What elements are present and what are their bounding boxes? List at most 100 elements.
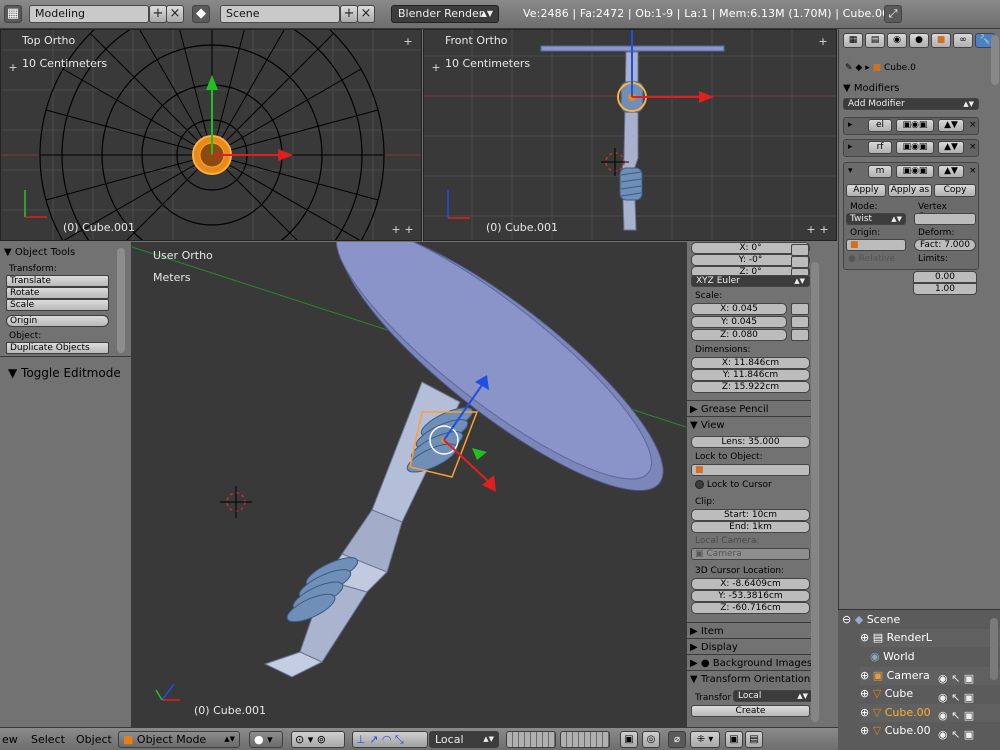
select-menu[interactable]: Select [31,732,65,748]
visibility-eye-icon[interactable]: ◉ ↖ ▣ [938,689,974,708]
corner-plus-icon[interactable]: + [391,224,401,235]
close-icon[interactable]: × [969,120,977,130]
expand-arrow-icon[interactable]: ▸ [848,142,853,152]
corner-plus-icon[interactable]: + [818,36,828,47]
limit-max-field[interactable]: 1.00 [913,283,977,295]
display-header[interactable]: ▶ Display [690,642,816,653]
lock-icon[interactable] [791,256,809,268]
constraints-tab-icon[interactable]: ∞ [953,33,973,48]
corner-plus-icon[interactable]: + [806,224,816,235]
modifier-name-field[interactable]: m [868,165,892,178]
move-modifier-icons[interactable]: ▲▼ [938,119,964,132]
translate-button[interactable]: Translate [6,275,109,287]
outliner-scrollbar[interactable] [990,618,998,680]
lock-icon[interactable] [791,329,809,341]
move-modifier-icons[interactable]: ▲▼ [938,141,964,154]
modifier-panel[interactable]: ▸ el ▣◉▣ ▲▼ × [843,117,979,135]
dimension-y-field[interactable]: Y: 11.846cm [691,369,810,381]
clip-end-field[interactable]: End: 1km [691,521,810,533]
apply-as-button[interactable]: Apply as [888,184,932,197]
object-tools-header[interactable]: ▼ Object Tools [4,247,75,258]
render-layers-tab-icon[interactable]: ▤ [865,33,885,48]
viewport-shading-select[interactable]: ● ▾ [249,731,283,748]
visibility-toggle-icons[interactable]: ▣◉▣ [896,119,934,132]
add-layout-button[interactable]: + [149,5,167,23]
expand-arrow-icon[interactable]: ▸ [848,120,853,130]
lock-layers-icon[interactable]: ▣ [620,731,638,748]
item-header[interactable]: ▶ Item [690,626,816,637]
rotation-mode-select[interactable]: XYZ Euler ▲▼ [691,275,810,287]
scene-icon[interactable]: ◆ [192,5,210,23]
npanel-scrollbar[interactable] [811,262,819,722]
origin-button[interactable]: Origin [6,315,109,327]
transform-orientation-select[interactable]: Local ▲▼ [429,731,499,748]
screen-layout-field[interactable]: Modeling [29,5,149,23]
close-icon[interactable]: × [969,166,977,176]
object-menu[interactable]: Object [76,732,112,748]
snap-element-select[interactable]: ⁜ ▾ [690,731,720,748]
origin-object-field[interactable]: ■ [846,239,906,251]
dimension-x-field[interactable]: X: 11.846cm [691,357,810,369]
scale-x-field[interactable]: X: 0.045 [691,303,787,315]
dimension-z-field[interactable]: Z: 15.922cm [691,381,810,393]
close-icon[interactable]: × [969,142,977,152]
collapse-arrow-icon[interactable]: ▾ [848,166,853,176]
remove-scene-button[interactable]: × [357,5,375,23]
scale-z-field[interactable]: Z: 0.080 [691,329,787,341]
duplicate-objects-button[interactable]: Duplicate Objects [6,342,109,354]
manipulator-toggles[interactable]: ⊥ ↗ ◠ ⤡ [352,731,428,748]
render-icon[interactable]: ▣ [725,731,743,748]
render-tab-icon[interactable]: ▦ [843,33,863,48]
cursor-y-field[interactable]: Y: -53.3816cm [691,590,810,602]
view-menu[interactable]: ew [2,732,18,748]
layer-buttons[interactable] [560,731,610,748]
view-header[interactable]: ▼ View [690,420,816,431]
transform-orientations-header[interactable]: ▼ Transform Orientations [690,674,816,685]
corner-plus-icon[interactable]: + [403,36,413,47]
visibility-eye-icon[interactable]: ◉ ↖ ▣ [938,707,974,726]
add-modifier-select[interactable]: Add Modifier ▲▼ [843,98,979,110]
create-orientation-button[interactable]: Create [691,705,810,717]
render-animation-icon[interactable]: ▤ [745,731,763,748]
modifier-panel[interactable]: ▸ rf ▣◉▣ ▲▼ × [843,139,979,157]
render-engine-select[interactable]: Blender Render ▲▼ [391,5,499,23]
fullscreen-icon[interactable]: ⤢ [884,5,902,23]
visibility-toggle-icons[interactable]: ▣◉▣ [896,165,934,178]
outliner-row-cube[interactable]: ⊕ ▽ Cube [860,685,1000,703]
outliner-row-camera[interactable]: ⊕ ▣ Camera [860,667,1000,685]
lock-to-cursor-checkbox[interactable]: Lock to Cursor [695,480,772,490]
cursor-x-field[interactable]: X: -8.6409cm [691,578,810,590]
corner-plus-icon[interactable]: + [404,224,414,235]
rotate-button[interactable]: Rotate [6,287,109,299]
props-scrollbar[interactable] [991,35,999,85]
modifier-name-field[interactable]: el [868,119,892,132]
grease-pencil-header[interactable]: ▶ Grease Pencil [690,404,816,415]
modifiers-header[interactable]: ▼ Modifiers [843,83,900,94]
outliner-row-cube-001[interactable]: ⊕ ▽ Cube.00 [860,704,1000,722]
outliner-row-cube-002[interactable]: ⊕ ▽ Cube.00 [860,722,1000,740]
orientation-select[interactable]: Local ▲▼ [733,690,813,702]
scale-y-field[interactable]: Y: 0.045 [691,316,787,328]
corner-plus-icon[interactable]: + [431,62,441,73]
top-ortho-viewport[interactable]: Top Ortho 10 Centimeters (0) Cube.001 + … [0,29,422,241]
apply-button[interactable]: Apply [846,184,886,197]
interaction-mode-select[interactable]: ■ Object Mode ▲▼ [118,731,240,748]
limit-min-field[interactable]: 0.00 [913,271,977,283]
scene-tab-icon[interactable]: ◉ [887,33,907,48]
front-ortho-viewport[interactable]: Front Ortho 10 Centimeters (0) Cube.001 … [423,29,837,241]
visibility-toggle-icons[interactable]: ▣◉▣ [896,141,934,154]
outliner-row-scene[interactable]: ⊖ ◆ Scene [842,611,992,629]
local-camera-field[interactable]: ▣ Camera [691,548,810,560]
proportional-editing-icon[interactable]: ◎ [642,731,660,748]
clip-start-field[interactable]: Start: 10cm [691,509,810,521]
shelf-scrollbar[interactable] [117,248,125,353]
snap-icon[interactable]: ⌀ [668,731,686,748]
world-tab-icon[interactable]: ● [909,33,929,48]
lock-icon[interactable] [791,244,809,256]
deform-mode-select[interactable]: Twist ▲▼ [846,213,906,225]
remove-layout-button[interactable]: × [166,5,184,23]
modifier-name-field[interactable]: rf [868,141,892,154]
lens-field[interactable]: Lens: 35.000 [691,436,810,448]
user-ortho-viewport[interactable]: User Ortho Meters (0) Cube.001 [132,242,686,727]
lock-icon[interactable] [791,316,809,328]
